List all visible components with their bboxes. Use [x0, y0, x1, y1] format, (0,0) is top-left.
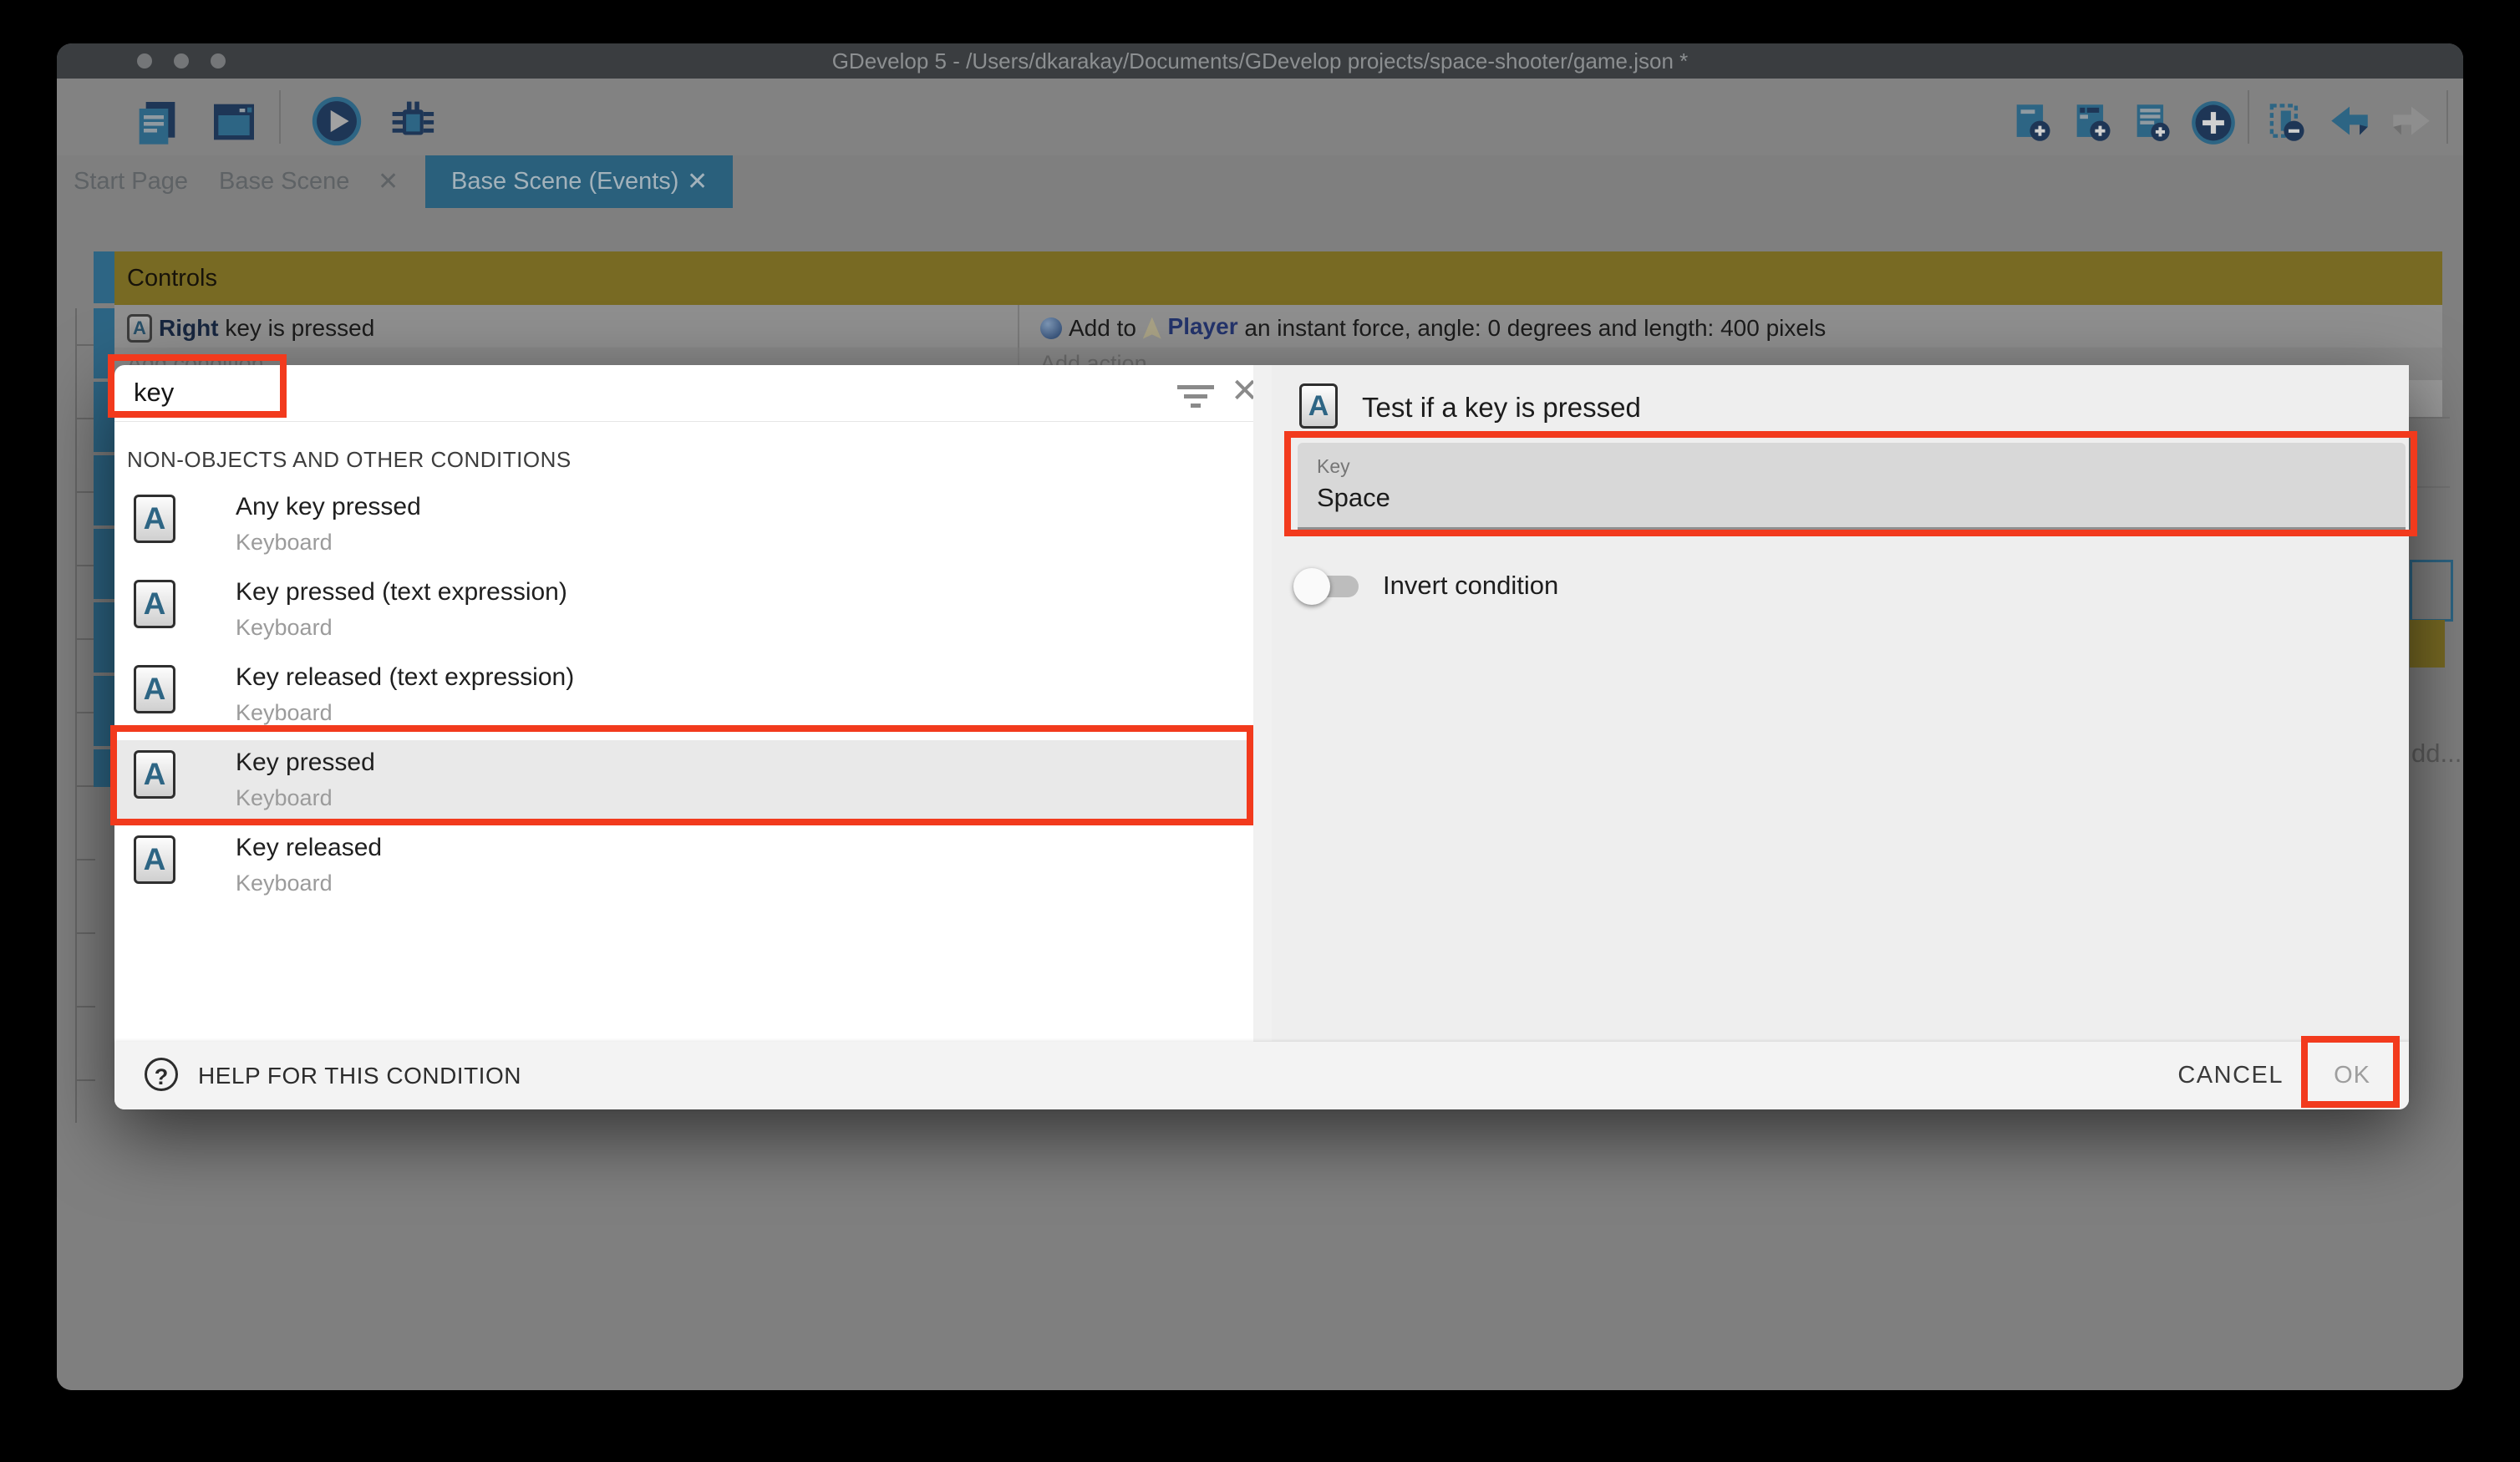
toolbar-divider — [279, 90, 281, 144]
screenshot-root: GDevelop 5 - /Users/dkarakay/Documents/G… — [0, 0, 2520, 1462]
cancel-button[interactable]: CANCEL — [2177, 1042, 2284, 1109]
tab-base-scene-events[interactable]: Base Scene (Events) ✕ — [425, 155, 733, 208]
add-subevent-icon[interactable] — [2069, 99, 2117, 147]
keyboard-icon: A — [134, 495, 175, 543]
condition-cell[interactable]: ARight key is pressed — [114, 305, 1018, 348]
keyboard-icon: A — [134, 835, 175, 884]
list-scrollbar[interactable] — [1253, 365, 1272, 1042]
project-manager-icon[interactable] — [130, 95, 184, 149]
tab-base-scene[interactable]: Base Scene — [219, 155, 349, 208]
player-object-icon — [1143, 317, 1161, 339]
search-events-icon[interactable] — [2460, 97, 2463, 147]
tab-base-scene-close-icon[interactable]: ✕ — [378, 155, 399, 208]
tab-base-scene-events-label: Base Scene (Events) — [451, 155, 678, 208]
invert-condition-toggle-thumb[interactable] — [1293, 568, 1330, 605]
delete-event-icon[interactable] — [2263, 99, 2311, 147]
main-toolbar — [57, 79, 2463, 155]
divider — [114, 421, 1253, 422]
row-border — [2410, 417, 2450, 419]
dialog-footer: ? HELP FOR THIS CONDITION CANCEL OK — [114, 1042, 2409, 1109]
conditions-section-header: NON-OBJECTS AND OTHER CONDITIONS — [127, 447, 572, 473]
keyboard-icon: A — [134, 580, 175, 628]
condition-item-key-released[interactable]: A Key released Keyboard — [114, 825, 1253, 911]
condition-item-any-key[interactable]: A Any key pressed Keyboard — [114, 485, 1253, 570]
event-drag-handle[interactable] — [94, 602, 114, 673]
debug-icon[interactable] — [384, 94, 439, 149]
help-icon[interactable]: ? — [145, 1058, 178, 1091]
play-preview-icon[interactable] — [307, 92, 366, 150]
toolbar-divider — [2446, 90, 2448, 144]
keyboard-condition-icon: A — [127, 314, 152, 343]
force-action-icon — [1040, 317, 1062, 339]
redo-icon[interactable] — [2386, 99, 2436, 147]
title-bar: GDevelop 5 - /Users/dkarakay/Documents/G… — [57, 43, 2463, 79]
filter-icon[interactable] — [1177, 385, 1214, 413]
tab-base-scene-events-close-icon[interactable]: ✕ — [687, 155, 708, 208]
help-link[interactable]: HELP FOR THIS CONDITION — [198, 1042, 521, 1109]
add-comment-icon[interactable] — [2129, 99, 2177, 147]
clipped-add-text: dd... — [2411, 739, 2462, 769]
event-tree-rail — [75, 308, 77, 1123]
event-group-label: Controls — [127, 251, 2442, 305]
tab-start-page[interactable]: Start Page — [74, 155, 188, 208]
annotation-box-search — [108, 354, 287, 418]
group-row-sliver — [2410, 620, 2445, 668]
action-cell[interactable]: Add to Player an instant force, angle: 0… — [1019, 305, 2442, 348]
event-group-controls[interactable]: Controls — [114, 251, 2442, 305]
condition-title: Test if a key is pressed — [1362, 392, 1641, 424]
add-event-icon[interactable] — [2009, 99, 2057, 147]
invert-condition-label: Invert condition — [1383, 571, 1558, 601]
keyboard-icon: A — [1299, 383, 1338, 429]
selected-cell-outline — [2410, 560, 2453, 622]
condition-item-key-pressed-expr[interactable]: A Key pressed (text expression) Keyboard — [114, 570, 1253, 655]
add-special-event-icon[interactable] — [2187, 97, 2239, 149]
annotation-box-key-field — [1284, 431, 2417, 536]
event-drag-handle[interactable] — [94, 251, 114, 303]
keyboard-icon: A — [134, 665, 175, 713]
annotation-box-key-pressed-item — [110, 725, 1253, 825]
scene-editor-icon[interactable] — [207, 95, 261, 149]
event-drag-handle[interactable] — [94, 529, 114, 599]
tab-bar: Start Page Base Scene ✕ Base Scene (Even… — [57, 155, 2463, 208]
annotation-box-ok-button — [2301, 1036, 2400, 1108]
window-title: GDevelop 5 - /Users/dkarakay/Documents/G… — [57, 43, 2463, 79]
undo-icon[interactable] — [2324, 99, 2375, 147]
event-drag-handle[interactable] — [94, 455, 114, 525]
toolbar-divider — [2248, 90, 2249, 144]
